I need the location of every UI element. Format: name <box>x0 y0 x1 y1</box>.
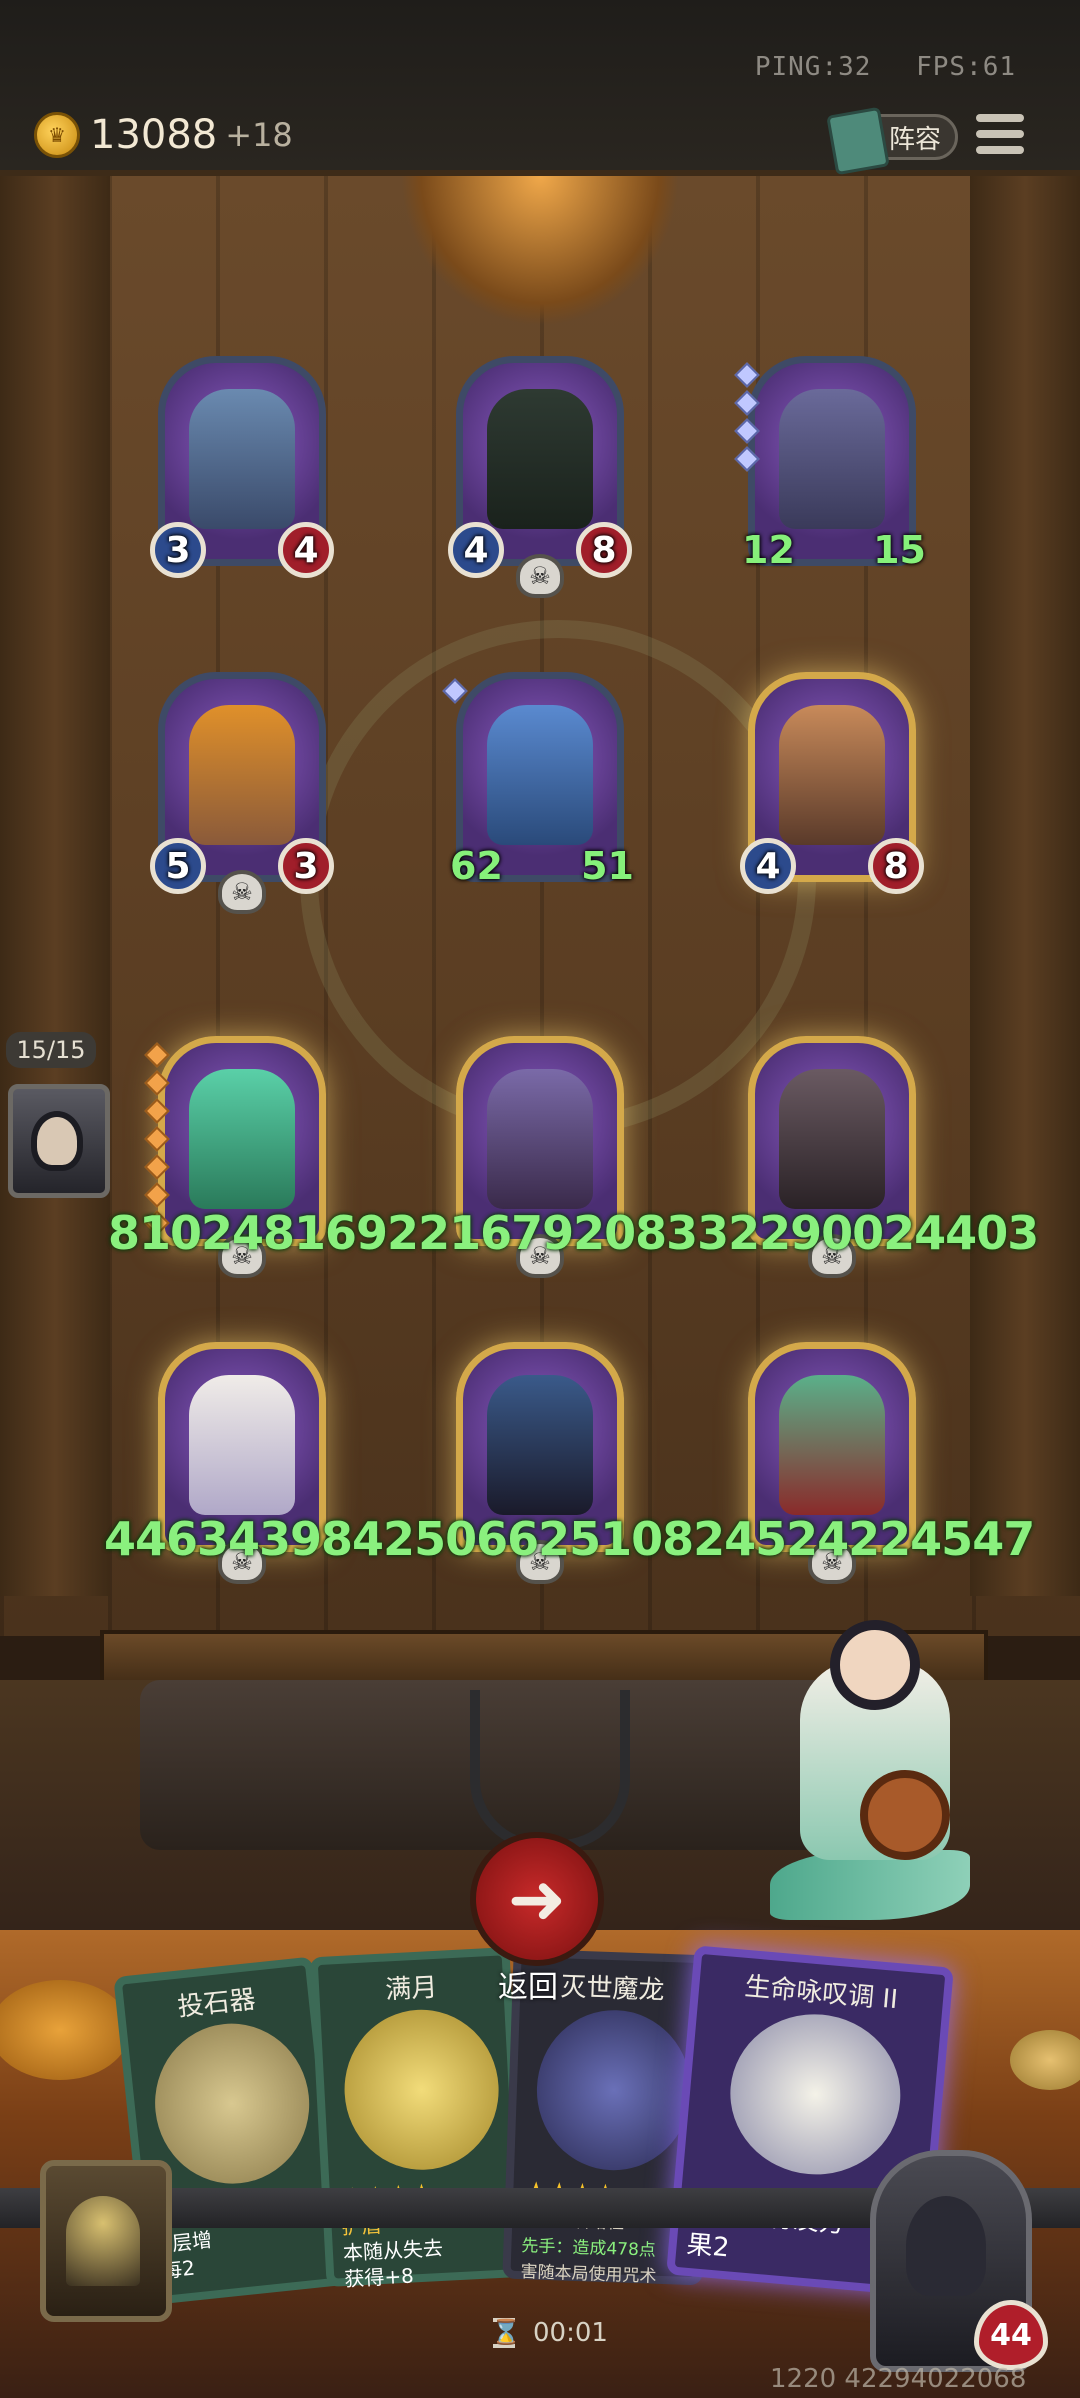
turn-timer: 00:01 <box>490 2318 608 2348</box>
bard-head <box>830 1620 920 1710</box>
player-count: 15/15 <box>6 1032 96 1068</box>
minion-art <box>779 1069 885 1209</box>
attack-value: 5 <box>150 838 206 894</box>
fps-readout: FPS:61 <box>916 52 1016 82</box>
attack-value: 3 <box>150 522 206 578</box>
minion-art <box>779 705 885 845</box>
mermaid-tail <box>770 1850 970 1920</box>
back-label: 返回 <box>498 1970 558 2005</box>
gem-stack <box>734 362 760 478</box>
hero-cat-figure <box>906 2196 986 2296</box>
banjo <box>860 1770 950 1860</box>
health-value: 8 <box>868 838 924 894</box>
ping-readout: PING:32 <box>754 52 872 82</box>
board-minion-octo-pirate[interactable]: 12 15 <box>734 356 926 576</box>
opponent-face <box>31 1111 83 1171</box>
hourglass-icon <box>490 2318 521 2348</box>
board-minion-coffin-cat[interactable]: 4 8 ☠ <box>448 356 632 598</box>
attack-value: 62 <box>450 844 503 888</box>
card-art <box>340 2005 503 2174</box>
back-button[interactable]: ➜ <box>470 1832 604 1966</box>
health-value: 51 <box>581 844 634 888</box>
minion-art <box>189 1069 295 1209</box>
card-art <box>534 2007 694 2173</box>
health-value: 4 <box>278 522 334 578</box>
card-title: 满月 <box>384 1972 439 2006</box>
gold-coin-icon: ♛ <box>34 112 80 158</box>
board-minion-pelican[interactable]: 5 3 ☠ <box>150 672 334 914</box>
minion-art <box>189 1375 295 1515</box>
row4-stat-numbers: 446343984250662510824524224547 <box>104 1512 1035 1566</box>
card-art <box>147 2016 318 2192</box>
health-value: 8 <box>576 522 632 578</box>
hero-health-value: 44 <box>990 2317 1032 2353</box>
board-minion-bat-demon[interactable]: 3 4 <box>150 356 334 578</box>
top-bar: PING:32 FPS:61 ♛ 13088 +18 阵容 <box>0 0 1080 176</box>
lineup-label: 阵容 <box>888 124 941 155</box>
skull-icon: ☠ <box>218 870 266 914</box>
back-arrow-icon: ➜ <box>507 1858 567 1940</box>
menu-icon[interactable] <box>976 114 1024 158</box>
ceiling-lamp <box>400 176 680 326</box>
minion-art <box>487 1375 593 1515</box>
book-icon <box>826 106 890 176</box>
skull-icon: ☠ <box>516 554 564 598</box>
right-pillar <box>970 176 1080 1596</box>
lineup-button[interactable]: 阵容 <box>826 106 958 176</box>
wolf-moon-icon <box>66 2196 140 2286</box>
minion-art <box>189 705 295 845</box>
opponent-portrait[interactable] <box>8 1084 110 1198</box>
gold-display: ♛ 13088 +18 <box>34 112 293 158</box>
left-pillar <box>0 176 110 1596</box>
row3-stat-numbers: 810248169221679208332290024403 <box>108 1206 1039 1260</box>
card-title: 生命咏叹调 II <box>743 1971 899 2016</box>
hero-power-slot[interactable] <box>40 2160 172 2322</box>
coin-pile <box>1010 2030 1080 2090</box>
footer-number: 1220 42294022068 <box>770 2364 1027 2394</box>
network-stats: PING:32 FPS:61 <box>727 52 1016 82</box>
minion-art <box>189 389 295 529</box>
timer-value: 00:01 <box>533 2318 608 2348</box>
hand-card-full-moon[interactable]: 满月 ★★★★ 护盾 本随从失去 获得+8 <box>309 1946 527 2291</box>
gold-income: +18 <box>225 116 293 154</box>
attack-value: 12 <box>742 528 795 572</box>
board-minion-fan-warrior[interactable]: 4 8 <box>740 672 924 894</box>
minion-art <box>779 389 885 529</box>
health-value: 3 <box>278 838 334 894</box>
gold-amount: 13088 <box>90 112 218 158</box>
minion-art <box>487 1069 593 1209</box>
minion-art <box>779 1375 885 1515</box>
attack-value: 4 <box>740 838 796 894</box>
gem-stack <box>442 678 468 710</box>
tavern-keeper-bard[interactable] <box>730 1620 1030 1950</box>
card-title: 投石器 <box>176 1984 257 2023</box>
attack-value: 4 <box>448 522 504 578</box>
health-value: 15 <box>873 528 926 572</box>
minion-art <box>487 389 593 529</box>
card-art <box>723 2007 907 2182</box>
horn-ornament <box>470 1690 630 1850</box>
board-minion-blue-dragon[interactable]: 62 51 <box>442 672 634 892</box>
minion-art <box>487 705 593 845</box>
